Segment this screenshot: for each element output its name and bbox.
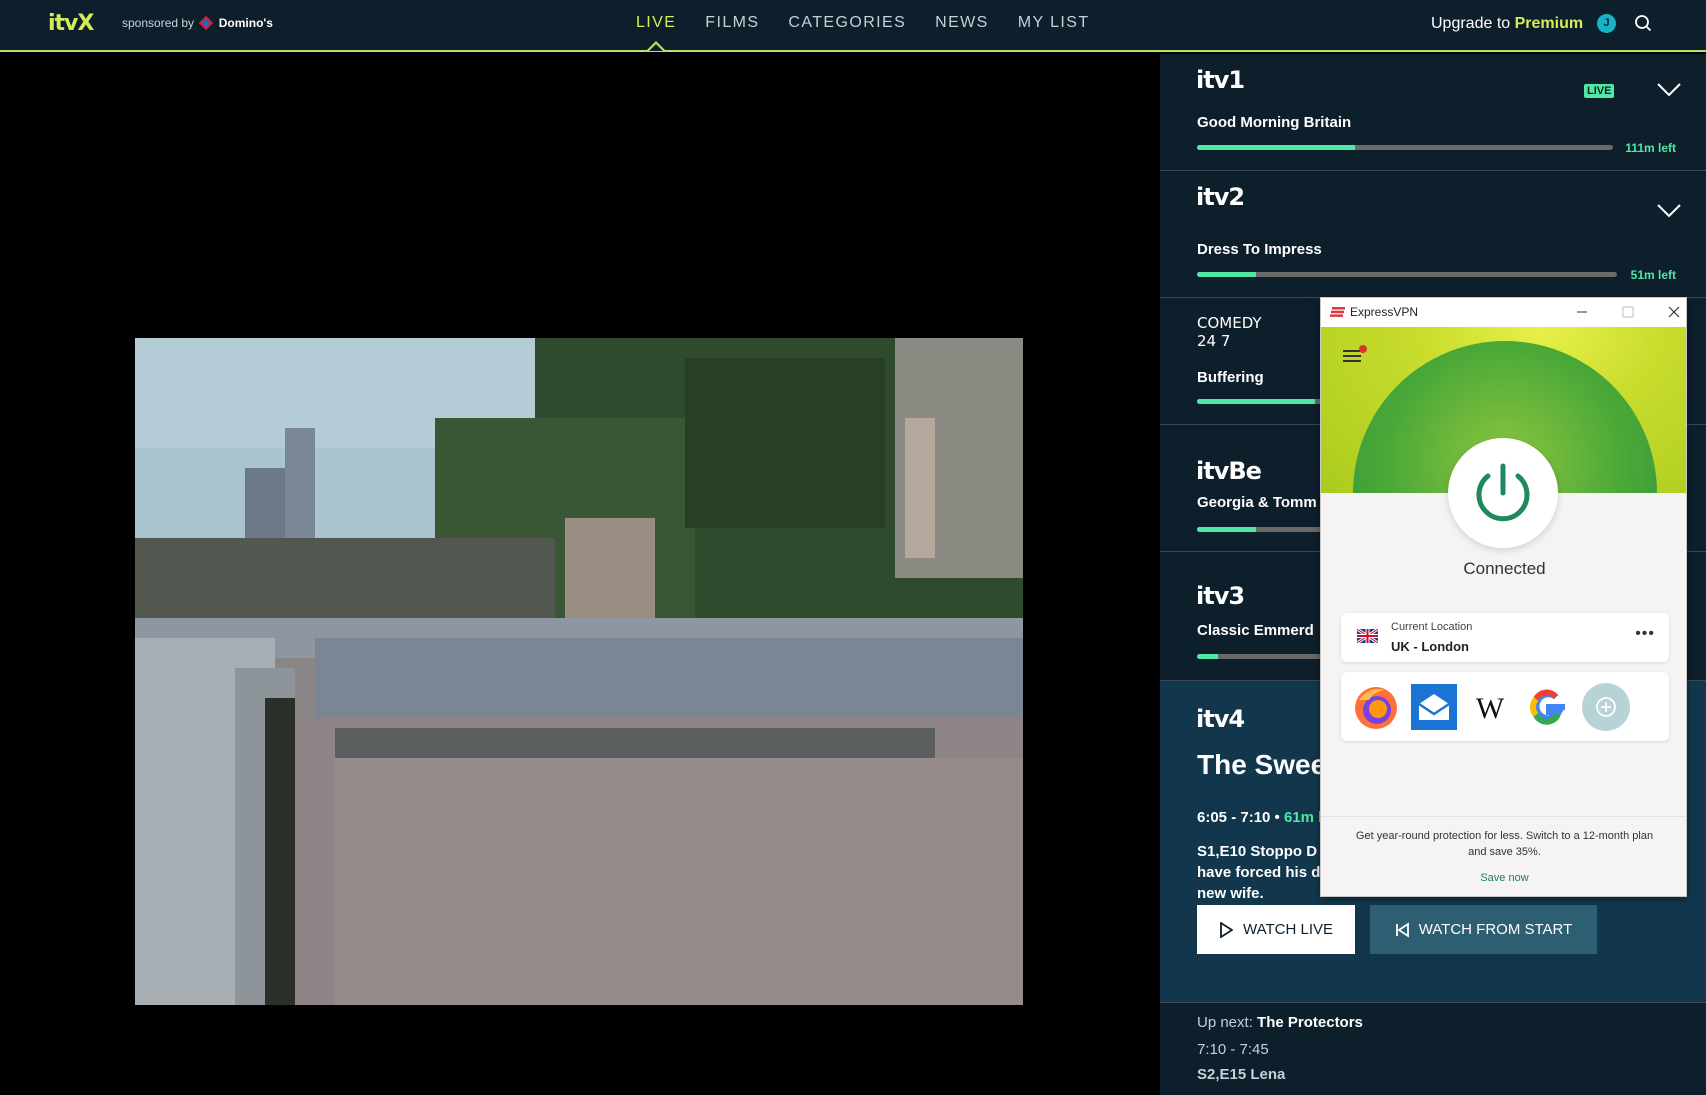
main-nav: LIVE FILMS CATEGORIES NEWS MY LIST [636, 14, 1090, 51]
featured-time-left: 61m l [1283, 809, 1323, 826]
close-icon[interactable] [1664, 302, 1684, 322]
up-next-time: 7:10 - 7:45 [1197, 1041, 1269, 1058]
itvbe-progress-fill [1197, 527, 1256, 532]
channel-row-itv2[interactable]: itv2 Dress To Impress 51m left [1160, 171, 1706, 298]
current-location-card[interactable]: Current Location UK - London ••• [1341, 613, 1669, 662]
more-options-icon[interactable]: ••• [1635, 625, 1655, 643]
chevron-down-icon[interactable] [1656, 203, 1682, 219]
watch-live-label: WATCH LIVE [1242, 921, 1333, 938]
channel-row-itv1[interactable]: itv1 LIVE Good Morning Britain 111m left [1160, 54, 1706, 171]
itv2-time-left: 51m left [1630, 268, 1676, 282]
top-navigation-bar: itvX sponsored by Domino's LIVE FILMS CA… [0, 0, 1706, 52]
itv2-logo: itv2 [1196, 183, 1245, 211]
location-value: UK - London [1391, 639, 1469, 654]
itv3-show-title: Classic Emmerd [1197, 622, 1314, 639]
add-shortcut-icon[interactable] [1581, 682, 1631, 732]
featured-time: 6:05 - 7:10 • 61m l [1197, 809, 1322, 826]
itv1-time-left: 111m left [1625, 141, 1676, 155]
avatar[interactable]: J [1597, 14, 1616, 33]
itv3-logo: itv3 [1196, 582, 1245, 610]
dominos-logo-icon [199, 15, 214, 31]
minimize-icon[interactable] [1572, 302, 1592, 322]
itv2-progress-fill [1197, 272, 1256, 277]
restart-icon [1395, 921, 1409, 938]
watch-from-start-label: WATCH FROM START [1418, 921, 1573, 938]
nav-my-list[interactable]: MY LIST [1018, 14, 1090, 32]
hamburger-menu-icon[interactable] [1343, 349, 1361, 363]
vpn-window-title: ExpressVPN [1350, 305, 1419, 319]
svg-text:W: W [1476, 692, 1505, 725]
nav-live[interactable]: LIVE [636, 14, 676, 51]
itv4-logo: itv4 [1196, 705, 1245, 733]
itv1-logo: itv1 [1196, 66, 1245, 94]
itv1-progress-bar [1197, 145, 1613, 150]
up-next-title[interactable]: The Protectors [1257, 1014, 1363, 1031]
uk-flag-icon [1357, 629, 1378, 643]
upgrade-text: Upgrade to [1431, 15, 1511, 32]
featured-time-range: 6:05 - 7:10 • [1197, 809, 1280, 826]
up-next-label: Up next: [1197, 1014, 1253, 1031]
up-next: Up next: The Protectors [1197, 1014, 1363, 1031]
live-badge: LIVE [1584, 84, 1615, 98]
watch-from-start-button[interactable]: WATCH FROM START [1370, 905, 1597, 954]
nav-films[interactable]: FILMS [705, 14, 759, 32]
google-icon[interactable] [1523, 682, 1573, 732]
expressvpn-window: ExpressVPN Connected Current Location UK… [1320, 297, 1687, 897]
mail-icon[interactable] [1409, 682, 1459, 732]
expressvpn-logo-icon [1330, 307, 1345, 317]
video-frame [135, 338, 1023, 1005]
video-player[interactable] [0, 54, 1160, 1095]
itv1-show-title: Good Morning Britain [1197, 114, 1352, 131]
pixelated-video-image [135, 338, 1023, 1005]
maximize-icon[interactable] [1618, 302, 1638, 322]
featured-show-title: The Swee [1197, 749, 1327, 780]
vpn-titlebar[interactable]: ExpressVPN [1321, 298, 1686, 327]
comedy-progress-fill [1197, 399, 1315, 404]
wikipedia-icon[interactable]: W [1465, 682, 1515, 732]
chevron-down-icon[interactable] [1656, 82, 1682, 98]
app-shortcuts: W [1341, 672, 1669, 741]
itvx-logo[interactable]: itvX [48, 11, 94, 36]
comedy-logo: COMEDY 24 7 [1197, 314, 1262, 350]
notification-dot [1359, 345, 1367, 353]
itvbe-show-title: Georgia & Tomm [1197, 494, 1317, 511]
upgrade-premium: Premium [1514, 15, 1584, 32]
upgrade-link[interactable]: Upgrade to Premium [1431, 15, 1583, 33]
firefox-icon[interactable] [1351, 682, 1401, 732]
search-icon[interactable] [1634, 14, 1652, 32]
nav-categories[interactable]: CATEGORIES [788, 14, 906, 32]
vpn-footer-divider [1321, 816, 1686, 817]
sponsor-label: sponsored by [122, 16, 195, 30]
watch-live-button[interactable]: WATCH LIVE [1197, 905, 1355, 954]
location-label: Current Location [1391, 621, 1473, 633]
sponsor-text: sponsored by Domino's [122, 15, 273, 31]
play-icon [1220, 921, 1233, 938]
up-next-episode: S2,E15 Lena [1197, 1066, 1286, 1083]
save-now-link[interactable]: Save now [1321, 872, 1686, 884]
connection-status: Connected [1463, 559, 1546, 578]
itv3-progress-fill [1197, 654, 1218, 659]
promo-text: Get year-round protection for less. Swit… [1355, 830, 1654, 858]
sponsor-name: Domino's [218, 16, 273, 30]
itv1-progress-fill [1197, 145, 1356, 150]
power-icon [1476, 463, 1530, 522]
itv2-progress-bar [1197, 272, 1617, 277]
itvbe-logo: itvBe [1196, 457, 1262, 485]
itv2-show-title: Dress To Impress [1197, 241, 1322, 258]
power-button[interactable] [1448, 438, 1558, 548]
comedy-show-title: Buffering [1197, 369, 1264, 386]
nav-news[interactable]: NEWS [935, 14, 989, 32]
